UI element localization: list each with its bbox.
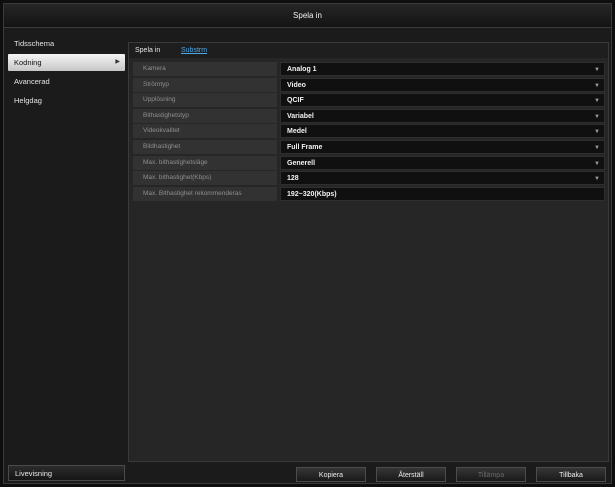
stream-type-value: Video: [287, 81, 306, 89]
max-bitrate-value: 128: [287, 175, 299, 183]
settings-window: Spela in Tidsschema Kodning ▶ Avancerad …: [3, 3, 612, 484]
form-row-frame-rate: Bildhastighet Full Frame ▼: [133, 139, 605, 154]
form-row-max-bitrate-mode: Max. bithastighetsläge Generell ▼: [133, 155, 605, 170]
resolution-value: QCIF: [287, 97, 304, 105]
sidebar: Tidsschema Kodning ▶ Avancerad Helgdag L…: [8, 35, 125, 481]
form-row-bitrate-type: Bithastighetstyp Variabel ▼: [133, 108, 605, 123]
chevron-down-icon: ▼: [594, 176, 600, 183]
chevron-down-icon: ▼: [594, 67, 600, 73]
frame-rate-label: Bildhastighet: [133, 139, 277, 154]
default-button[interactable]: Återställ: [376, 467, 446, 482]
max-bitrate-mode-label: Max. bithastighetsläge: [133, 155, 277, 170]
sidebar-item-label: Tidsschema: [14, 39, 55, 48]
frame-rate-select[interactable]: Full Frame ▼: [280, 139, 605, 154]
chevron-down-icon: ▼: [594, 113, 600, 120]
sidebar-item-advanced[interactable]: Avancerad: [8, 73, 125, 90]
camera-label: Kamera: [133, 62, 277, 76]
recommended-bitrate-value: 192~320(Kbps): [280, 186, 605, 201]
apply-button[interactable]: Tillämpa: [456, 467, 526, 482]
recommended-bitrate-label: Max. Bithastighet rekommenderas: [133, 186, 277, 201]
form-row-stream-type: Strömtyp Video ▼: [133, 77, 605, 92]
stream-type-label: Strömtyp: [133, 77, 277, 92]
video-quality-select[interactable]: Medel ▼: [280, 124, 605, 139]
chevron-down-icon: ▼: [594, 82, 600, 89]
tab-record[interactable]: Spela in: [135, 45, 160, 57]
video-quality-label: Videokvalitet: [133, 124, 277, 139]
form-row-video-quality: Videokvalitet Medel ▼: [133, 124, 605, 139]
chevron-down-icon: ▼: [594, 160, 600, 167]
bitrate-type-select[interactable]: Variabel ▼: [280, 108, 605, 123]
form-row-camera: Kamera Analog 1 ▼: [133, 62, 605, 76]
sidebar-item-label: Avancerad: [14, 77, 50, 86]
content-panel: Spela in Substrm Kamera Analog 1 ▼ Strömt…: [128, 42, 609, 462]
video-quality-value: Medel: [287, 128, 307, 136]
sidebar-item-label: Kodning: [14, 58, 42, 67]
resolution-select[interactable]: QCIF ▼: [280, 93, 605, 108]
max-bitrate-mode-select[interactable]: Generell ▼: [280, 155, 605, 170]
tab-substream[interactable]: Substrm: [181, 45, 207, 57]
camera-select[interactable]: Analog 1 ▼: [280, 62, 605, 76]
chevron-right-icon: ▶: [115, 59, 120, 65]
chevron-down-icon: ▼: [594, 98, 600, 105]
form-row-resolution: Upplösning QCIF ▼: [133, 93, 605, 108]
sidebar-item-holiday[interactable]: Helgdag: [8, 92, 125, 109]
sidebar-item-schedule[interactable]: Tidsschema: [8, 35, 125, 52]
bitrate-type-label: Bithastighetstyp: [133, 108, 277, 123]
max-bitrate-select[interactable]: 128 ▼: [280, 171, 605, 186]
button-bar: Kopiera Återställ Tillämpa Tillbaka: [4, 467, 611, 483]
encoding-form: Kamera Analog 1 ▼ Strömtyp Video ▼ Upplösn…: [133, 62, 605, 202]
back-button[interactable]: Tillbaka: [536, 467, 606, 482]
copy-button[interactable]: Kopiera: [296, 467, 366, 482]
frame-rate-value: Full Frame: [287, 143, 323, 151]
sidebar-item-label: Helgdag: [14, 96, 42, 105]
chevron-down-icon: ▼: [594, 129, 600, 136]
form-row-max-bitrate: Max. bithastighet(Kbps) 128 ▼: [133, 171, 605, 186]
resolution-label: Upplösning: [133, 93, 277, 108]
max-bitrate-mode-value: Generell: [287, 159, 316, 167]
bitrate-type-value: Variabel: [287, 112, 314, 120]
chevron-down-icon: ▼: [594, 144, 600, 151]
sidebar-item-encoding[interactable]: Kodning ▶: [8, 54, 125, 71]
window-title: Spela in: [4, 4, 611, 28]
max-bitrate-label: Max. bithastighet(Kbps): [133, 171, 277, 186]
form-row-recommended-bitrate: Max. Bithastighet rekommenderas 192~320(…: [133, 186, 605, 201]
stream-type-select[interactable]: Video ▼: [280, 77, 605, 92]
camera-value: Analog 1: [287, 66, 317, 73]
tab-bar: Spela in Substrm: [129, 43, 608, 58]
